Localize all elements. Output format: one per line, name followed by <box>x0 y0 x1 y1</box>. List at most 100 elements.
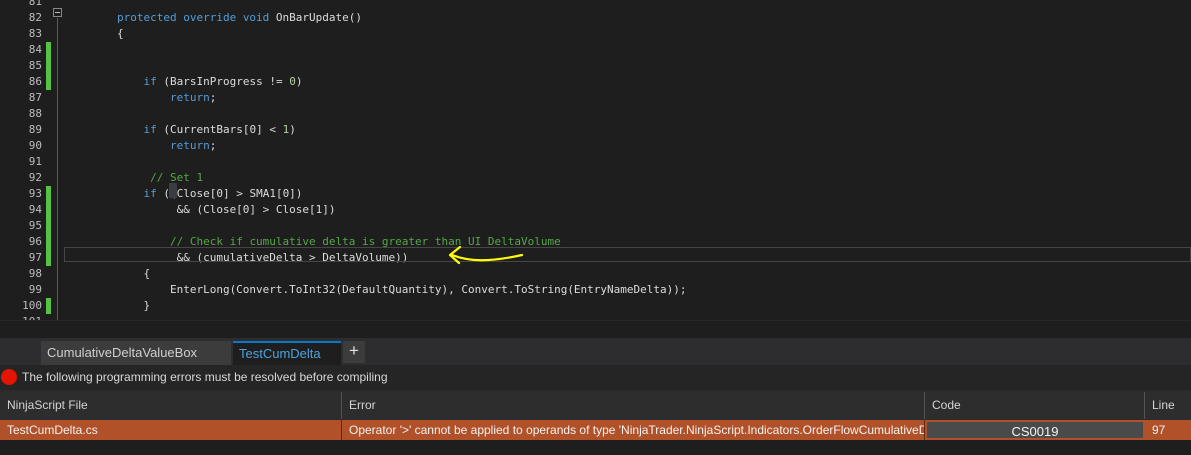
code-line[interactable]: 82 protected override void OnBarUpdate() <box>0 10 1191 26</box>
line-number: 95 <box>28 219 42 232</box>
code-token: EnterLong(Convert.ToInt32(DefaultQuantit… <box>64 283 687 296</box>
code-token: protected override void <box>116 11 270 24</box>
change-marker <box>46 250 51 266</box>
error-message-cell[interactable]: Operator '>' cannot be applied to operan… <box>342 420 925 440</box>
code-text: if (BarsInProgress != 0) <box>64 74 302 90</box>
change-marker <box>46 298 51 314</box>
code-token: { <box>64 267 151 280</box>
code-text: } <box>64 298 150 314</box>
line-number: 85 <box>28 59 42 72</box>
error-panel: The following programming errors must be… <box>0 365 1191 455</box>
change-marker <box>46 202 51 218</box>
code-token: ) <box>289 123 296 136</box>
change-marker <box>46 186 51 202</box>
code-token: { <box>64 27 124 40</box>
code-line[interactable]: 95 <box>0 218 1191 234</box>
error-list-empty-area <box>0 440 1191 455</box>
line-number: 96 <box>28 235 42 248</box>
tab-testcumdelta[interactable]: TestCumDelta <box>233 341 341 365</box>
change-marker <box>46 234 51 250</box>
code-line[interactable]: 93 if ((Close[0] > SMA1[0]) <box>0 186 1191 202</box>
code-line[interactable]: 92 // Set 1 <box>0 170 1191 186</box>
code-line[interactable]: 86 if (BarsInProgress != 0) <box>0 74 1191 90</box>
line-number: 100 <box>22 299 42 312</box>
fold-guide-line <box>57 18 58 320</box>
code-token: ) <box>295 75 303 88</box>
line-number: 92 <box>28 171 42 184</box>
tab-cumulativedeltavaluebox[interactable]: CumulativeDeltaValueBox <box>41 341 231 365</box>
code-line[interactable]: 81 <box>0 0 1191 10</box>
code-text: { <box>64 266 150 282</box>
add-tab-button[interactable]: + <box>343 341 365 363</box>
code-token: ; <box>209 139 217 152</box>
code-token: if <box>143 123 157 136</box>
code-line[interactable]: 90 return; <box>0 138 1191 154</box>
line-number: 83 <box>28 27 42 40</box>
error-line-cell[interactable]: 97 <box>1145 420 1191 440</box>
line-number: 94 <box>28 203 42 216</box>
line-number: 93 <box>28 187 42 200</box>
change-marker <box>46 58 51 74</box>
code-token: OnBarUpdate() <box>269 11 363 24</box>
code-token: 0 <box>289 75 296 88</box>
line-number: 87 <box>28 91 42 104</box>
code-line[interactable]: 89 if (CurrentBars[0] < 1) <box>0 122 1191 138</box>
code-line[interactable]: 94 && (Close[0] > Close[1]) <box>0 202 1191 218</box>
error-code-cell[interactable]: CS0019 <box>925 420 1145 440</box>
column-header-line[interactable]: Line <box>1145 392 1191 419</box>
code-line[interactable]: 85 <box>0 58 1191 74</box>
status-text: The following programming errors must be… <box>22 370 388 384</box>
code-text: return; <box>64 138 216 154</box>
change-marker <box>46 218 51 234</box>
error-circle-icon <box>1 369 17 385</box>
code-token: return <box>169 139 210 152</box>
code-text: if ((Close[0] > SMA1[0]) <box>64 186 302 202</box>
brace-match-highlight <box>169 183 177 198</box>
compile-status-bar: The following programming errors must be… <box>0 365 1191 390</box>
code-editor[interactable]: 81 82 protected override void OnBarUpdate… <box>0 0 1191 320</box>
line-number: 99 <box>28 283 42 296</box>
code-text: && (Close[0] > Close[1]) <box>64 202 336 218</box>
code-line[interactable]: 100 } <box>0 298 1191 314</box>
line-number: 88 <box>28 107 42 120</box>
code-text: if (CurrentBars[0] < 1) <box>64 122 296 138</box>
code-token: && (Close[0] > Close[1]) <box>64 203 336 216</box>
code-token: if <box>143 187 157 200</box>
code-token: (CurrentBars[0] < <box>156 123 283 136</box>
collapse-region-icon[interactable] <box>53 8 62 17</box>
error-file-cell[interactable]: TestCumDelta.cs <box>0 420 342 440</box>
code-text: protected override void OnBarUpdate() <box>64 10 362 26</box>
code-token: ((Close[0] > SMA1[0]) <box>156 187 303 200</box>
code-line[interactable]: 87 return; <box>0 90 1191 106</box>
yellow-hand-drawn-arrow-icon <box>448 245 524 265</box>
column-header-error[interactable]: Error <box>342 392 925 419</box>
code-line[interactable]: 84 <box>0 42 1191 58</box>
line-number: 82 <box>28 11 42 24</box>
current-line-highlight <box>64 247 1191 262</box>
code-line[interactable]: 83 { <box>0 26 1191 42</box>
code-text: // Set 1 <box>64 170 203 186</box>
code-text: EnterLong(Convert.ToInt32(DefaultQuantit… <box>64 282 687 298</box>
line-number: 97 <box>28 251 42 264</box>
line-number: 98 <box>28 267 42 280</box>
editor-tab-bar: CumulativeDeltaValueBox TestCumDelta + <box>0 338 1191 365</box>
code-text: return; <box>64 90 216 106</box>
code-token: return <box>169 91 210 104</box>
code-token: (BarsInProgress != <box>156 75 290 88</box>
code-line[interactable]: 91 <box>0 154 1191 170</box>
code-token: if <box>143 75 157 88</box>
code-text: { <box>64 26 124 42</box>
line-number: 81 <box>28 0 42 8</box>
column-header-file[interactable]: NinjaScript File <box>0 392 342 419</box>
horizontal-scrollbar[interactable] <box>0 320 1191 339</box>
change-marker <box>46 74 51 90</box>
line-number: 86 <box>28 75 42 88</box>
code-line[interactable]: 88 <box>0 106 1191 122</box>
code-line[interactable]: 99 EnterLong(Convert.ToInt32(DefaultQuan… <box>0 282 1191 298</box>
change-marker <box>46 42 51 58</box>
column-header-code[interactable]: Code <box>925 392 1145 419</box>
code-line[interactable]: 98 { <box>0 266 1191 282</box>
